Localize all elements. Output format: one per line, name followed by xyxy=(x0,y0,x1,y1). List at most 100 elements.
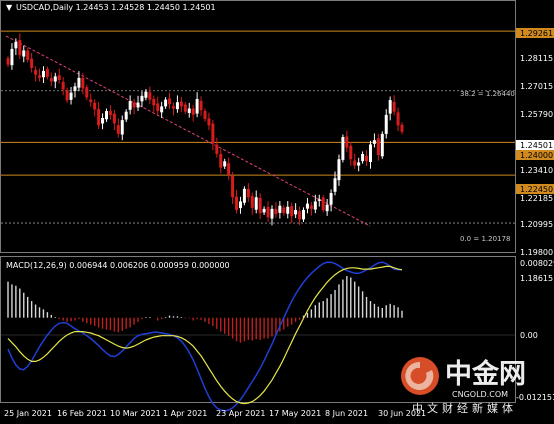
candle-body xyxy=(45,69,49,77)
candle-body xyxy=(38,75,42,78)
candle-body xyxy=(290,206,294,217)
candle-body xyxy=(368,144,372,162)
candle-body xyxy=(388,100,392,114)
candle-body xyxy=(313,201,317,210)
candle-body xyxy=(89,99,93,103)
candle-body xyxy=(69,92,73,100)
cngold-url: CNGOLD.COM xyxy=(452,390,508,399)
candle-body xyxy=(53,76,57,82)
candle-body xyxy=(246,188,250,198)
candle-body xyxy=(41,70,45,78)
candle-body xyxy=(10,48,14,66)
date-axis: 25 Jan 2021 16 Feb 2021 10 Mar 2021 1 Ap… xyxy=(4,409,426,418)
candle-body xyxy=(250,195,254,208)
level-price-label: 1.24000 xyxy=(520,151,553,160)
candle-body xyxy=(34,69,38,75)
candle-body xyxy=(168,98,172,105)
candle-body xyxy=(57,75,61,80)
macd-tick: 0.00 xyxy=(520,331,538,340)
horizontal-levels xyxy=(1,30,515,176)
candle-body xyxy=(140,95,144,102)
candle-body xyxy=(152,99,156,106)
chart-canvas[interactable]: ▼ USDCAD,Daily 1.24453 1.24528 1.24450 1… xyxy=(0,0,554,424)
candlestick-series xyxy=(6,33,404,226)
candle-body xyxy=(341,137,345,160)
candle-body xyxy=(160,106,164,113)
main-pane-frame xyxy=(0,0,516,253)
candle-body xyxy=(384,114,388,134)
candle-body xyxy=(329,193,333,205)
candle-body xyxy=(179,101,183,107)
candle-body xyxy=(116,125,120,134)
candle-body xyxy=(136,102,140,108)
candle-body xyxy=(231,175,235,198)
candle-body xyxy=(274,208,278,215)
candle-body xyxy=(321,197,325,210)
candle-body xyxy=(77,77,81,88)
cngold-watermark: 中金网 CNGOLD.COM 中文财经新媒体 xyxy=(401,357,526,415)
candle-body xyxy=(317,199,321,201)
candle-body xyxy=(392,101,396,112)
candle-body xyxy=(235,196,239,210)
date-tick: 8 Jun 2021 xyxy=(325,409,368,418)
symbol-menu-icon[interactable]: ▼ xyxy=(6,3,13,12)
date-tick: 16 Feb 2021 xyxy=(57,409,107,418)
candle-body xyxy=(18,40,22,56)
candle-body xyxy=(199,100,203,111)
fib-label-38: 38.2 = 1.26440 xyxy=(460,90,515,98)
candle-body xyxy=(353,160,357,166)
macd-tick: -0.012151 xyxy=(516,393,554,402)
candle-body xyxy=(242,188,246,203)
price-tick: 1.19800 xyxy=(520,248,553,257)
candle-body xyxy=(302,209,305,220)
candle-body xyxy=(81,77,85,89)
candle-body xyxy=(286,206,290,214)
date-tick: 10 Mar 2021 xyxy=(110,409,161,418)
candle-body xyxy=(30,58,34,68)
candle-body xyxy=(305,203,309,209)
candle-body xyxy=(49,78,53,82)
candle-body xyxy=(108,111,112,115)
candle-body xyxy=(223,161,227,167)
candle-body xyxy=(191,108,195,115)
candle-body xyxy=(164,99,168,107)
candle-body xyxy=(61,81,65,90)
macd-histogram xyxy=(7,276,403,343)
candle-body xyxy=(396,112,400,126)
cngold-brand: 中金网 xyxy=(445,358,526,390)
candle-body xyxy=(372,140,376,144)
candle-body xyxy=(156,103,160,112)
candle-body xyxy=(325,204,329,212)
candle-body xyxy=(120,120,124,135)
candle-body xyxy=(14,41,18,49)
candle-body xyxy=(124,111,128,120)
candle-body xyxy=(187,108,191,113)
candle-body xyxy=(148,92,152,100)
candle-body xyxy=(254,197,258,210)
price-tick: 1.27015 xyxy=(520,82,553,91)
fib-levels xyxy=(1,90,515,224)
candle-body xyxy=(345,136,349,148)
price-tick: 1.18615 xyxy=(520,274,553,283)
candle-body xyxy=(380,133,384,157)
candle-body xyxy=(207,118,211,126)
candle-body xyxy=(211,123,215,144)
candle-body xyxy=(294,209,298,215)
cngold-slogan: 中文财经新媒体 xyxy=(412,401,517,415)
current-price-label: 1.24501 xyxy=(520,141,553,150)
candle-body xyxy=(357,162,361,166)
candle-body xyxy=(215,144,219,154)
candle-body xyxy=(175,102,179,110)
candle-body xyxy=(282,207,286,214)
candle-body xyxy=(22,50,26,57)
candle-body xyxy=(349,145,353,160)
price-tick: 1.22185 xyxy=(520,194,553,203)
fib-label-0: 0.0 = 1.20178 xyxy=(460,235,510,243)
candle-body xyxy=(376,138,380,156)
candle-body xyxy=(183,104,187,112)
candle-body xyxy=(65,90,69,101)
candle-body xyxy=(85,87,89,98)
price-tick: 1.28115 xyxy=(520,54,553,63)
candle-body xyxy=(128,101,132,110)
candle-body xyxy=(203,110,207,120)
